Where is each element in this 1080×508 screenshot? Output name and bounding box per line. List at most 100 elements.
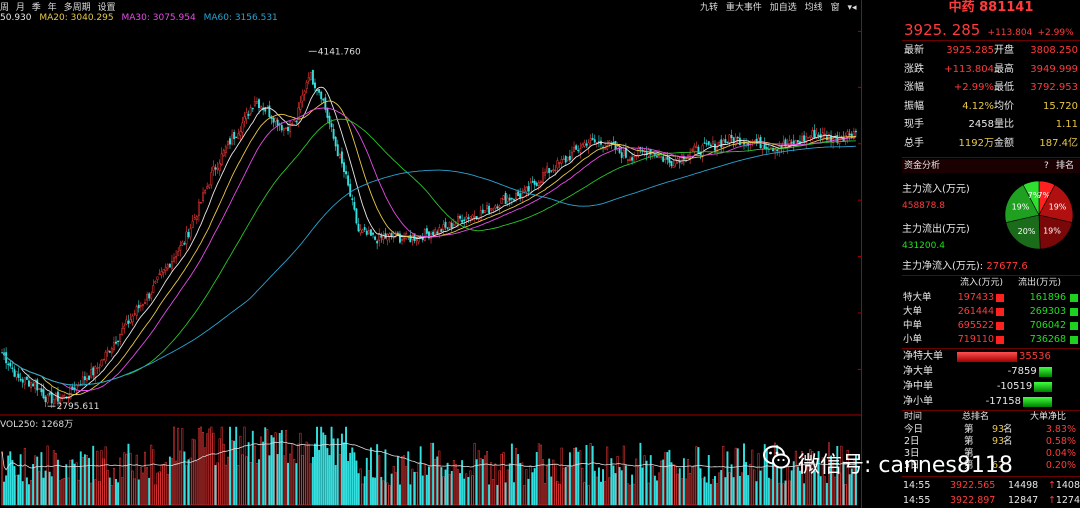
price-change-pct: +2.99% (1037, 28, 1074, 38)
quote-row: 现手 2458 量比 1.11 (902, 117, 1080, 133)
help-icon[interactable]: ? (1044, 159, 1049, 173)
candle-body (434, 229, 437, 236)
candle-body (562, 158, 565, 160)
volume-bar (411, 468, 414, 506)
period-year[interactable]: 年 (48, 3, 57, 13)
candle-body (115, 341, 117, 344)
volume-bar (320, 426, 323, 506)
candle-body (566, 156, 569, 161)
volume-bar (212, 432, 215, 506)
volume-bar (164, 461, 167, 506)
candle-body (564, 156, 567, 163)
rank-prefix: 第 (964, 424, 974, 435)
ma-button[interactable]: 均线 (805, 3, 823, 13)
volume-bar (129, 452, 132, 506)
volume-bar (571, 465, 573, 506)
volume-bar (477, 450, 480, 506)
candle-body (15, 371, 18, 378)
nine-turn-button[interactable]: 九转 (700, 3, 718, 13)
period-month[interactable]: 月 (16, 3, 25, 13)
settings-button[interactable]: 设置 (97, 3, 115, 13)
period-week[interactable]: 周 (0, 3, 9, 13)
net-row: 净中单 -10519 (902, 379, 1080, 394)
volume-bar (542, 459, 544, 506)
volume-bar (27, 484, 30, 506)
volume-bar (703, 476, 706, 506)
candle-body (579, 148, 582, 153)
outflow-label-text: 主力流出(万元) (902, 224, 970, 235)
period-quarter[interactable]: 季 (32, 3, 41, 13)
volume-bar (529, 465, 532, 506)
candle-body (685, 158, 687, 162)
volume-bar (537, 443, 540, 506)
kline-chart[interactable]: 42174005379135773363314929353527万4141.76… (0, 0, 862, 508)
watermark-text: 微信号: cannes8118 (798, 453, 1013, 478)
flow-out-value: 161896 (1029, 292, 1066, 303)
volume-bar (183, 451, 186, 506)
volume-bar (220, 426, 223, 506)
volume-bar (86, 454, 88, 506)
major-events-button[interactable]: 重大事件 (726, 3, 762, 13)
volume-bar (11, 459, 14, 506)
candle-body (637, 147, 640, 157)
volume-bar (819, 476, 822, 506)
candle-body (210, 172, 213, 186)
volume-bar (624, 465, 627, 506)
quote-row: 最新 3925.285 开盘 3808.250 (902, 43, 1080, 59)
candle-body (620, 152, 623, 158)
inflow-label-text: 主力流入(万元) (902, 184, 970, 195)
flow-out-value: 706042 (1029, 320, 1066, 331)
candle-body (809, 135, 812, 138)
volume-bar (724, 477, 727, 506)
candle-body (34, 381, 37, 389)
net-label: 净中单 (903, 381, 933, 392)
kline-svg[interactable]: 42174005379135773363314929353527万4141.76… (0, 0, 862, 508)
volume-bar (461, 460, 464, 506)
candle-body (525, 187, 528, 193)
volume-bar (591, 445, 594, 506)
volume-bar (463, 478, 466, 506)
candle-body (307, 77, 310, 82)
candle-body (583, 142, 586, 147)
multi-period-button[interactable]: 多周期 (64, 3, 91, 13)
candle-body (782, 141, 785, 149)
candle-body (763, 143, 766, 150)
candle-body (469, 216, 472, 219)
candle-body (459, 215, 462, 219)
net-bar (1034, 382, 1052, 392)
volume-bar (452, 460, 455, 506)
candle-body (656, 156, 658, 158)
flow-in-bar (996, 336, 1004, 344)
candle-body (544, 171, 546, 176)
candle-body (309, 72, 312, 80)
net-value: 35536 (1019, 351, 1051, 362)
window-button[interactable]: 窗 (831, 3, 840, 13)
volume-bar (162, 464, 165, 506)
fund-analysis-title[interactable]: 资金分析 (904, 161, 940, 171)
rank-tab[interactable]: 排名 (1056, 159, 1074, 173)
volume-bar (32, 464, 35, 506)
more-menu-icon[interactable]: ▾◂ (847, 3, 856, 13)
volume-bar (135, 454, 138, 506)
quote-value: 3949.999 (1030, 63, 1078, 75)
volume-bar (743, 443, 745, 506)
candle-body (558, 162, 561, 164)
candle-body (197, 201, 200, 216)
net-label: 净小单 (903, 396, 933, 407)
candle-body (25, 376, 28, 380)
current-price: 3925. 285 (904, 21, 981, 39)
volume-bar (21, 481, 24, 506)
candle-body (765, 147, 768, 150)
fund-pie-chart: 7%19%19%20%19%7% (1004, 180, 1074, 250)
volume-bar (666, 452, 669, 506)
candle-body (106, 349, 109, 353)
candle-body (724, 139, 727, 143)
add-watchlist-button[interactable]: 加自选 (770, 3, 797, 13)
volume-bar (755, 481, 758, 506)
volume-bar (788, 480, 791, 506)
volume-bar (442, 476, 445, 506)
ma-line-10 (1, 86, 856, 399)
volume-bar (19, 454, 22, 506)
candle-body (722, 140, 725, 148)
volume-bar (63, 478, 66, 506)
